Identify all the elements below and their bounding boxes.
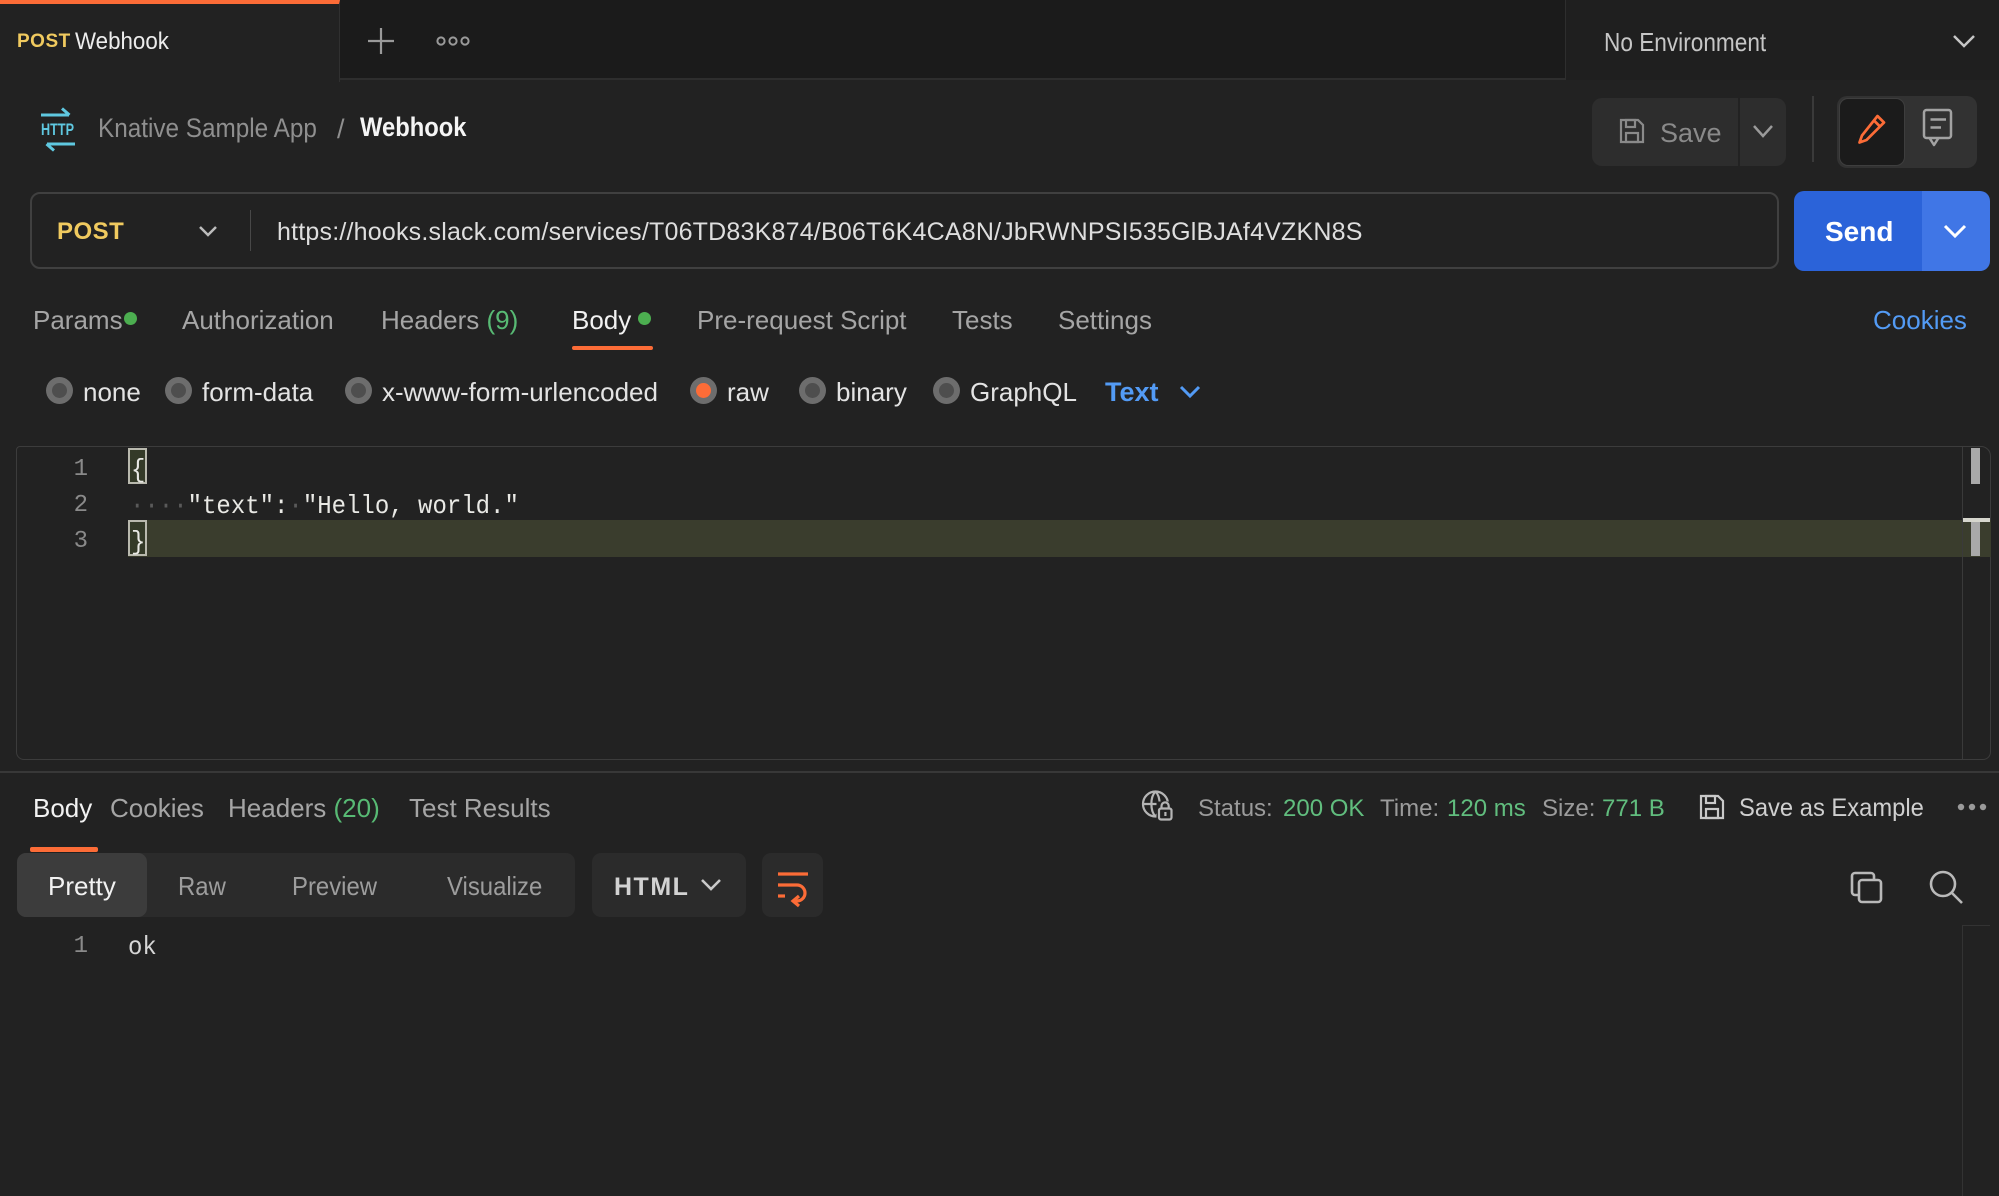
svg-text:HTTP: HTTP (41, 120, 74, 139)
